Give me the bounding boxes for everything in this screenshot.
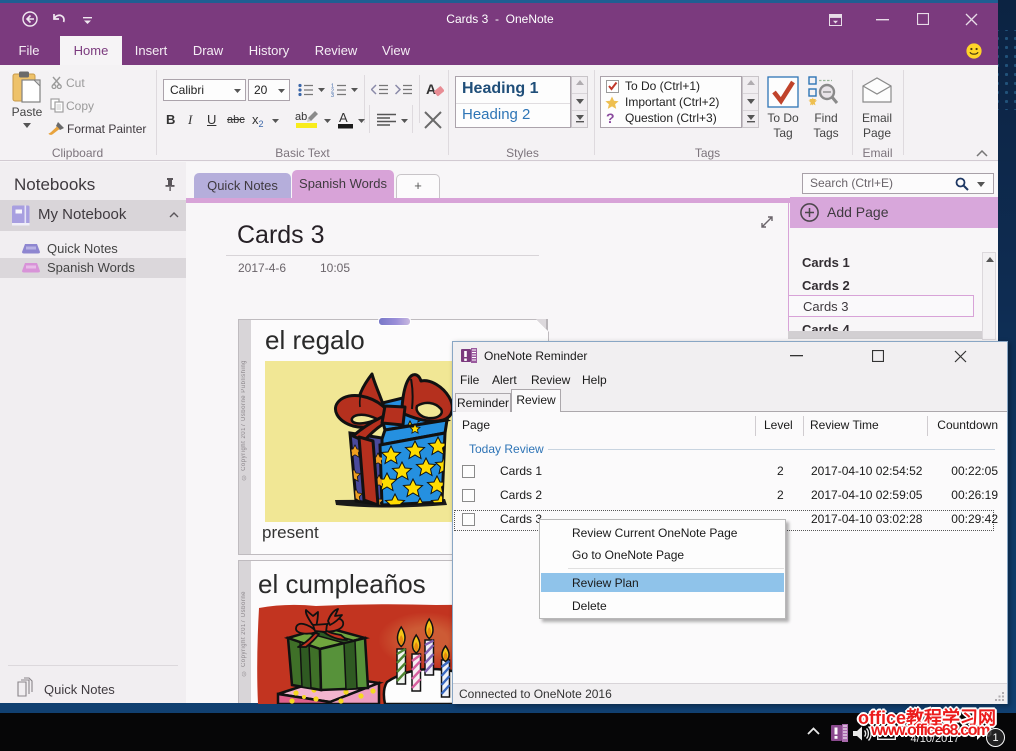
svg-text:ab: ab	[295, 111, 307, 123]
svg-text:A: A	[339, 110, 348, 125]
svg-text:A: A	[426, 81, 436, 97]
svg-text:3: 3	[331, 93, 334, 97]
